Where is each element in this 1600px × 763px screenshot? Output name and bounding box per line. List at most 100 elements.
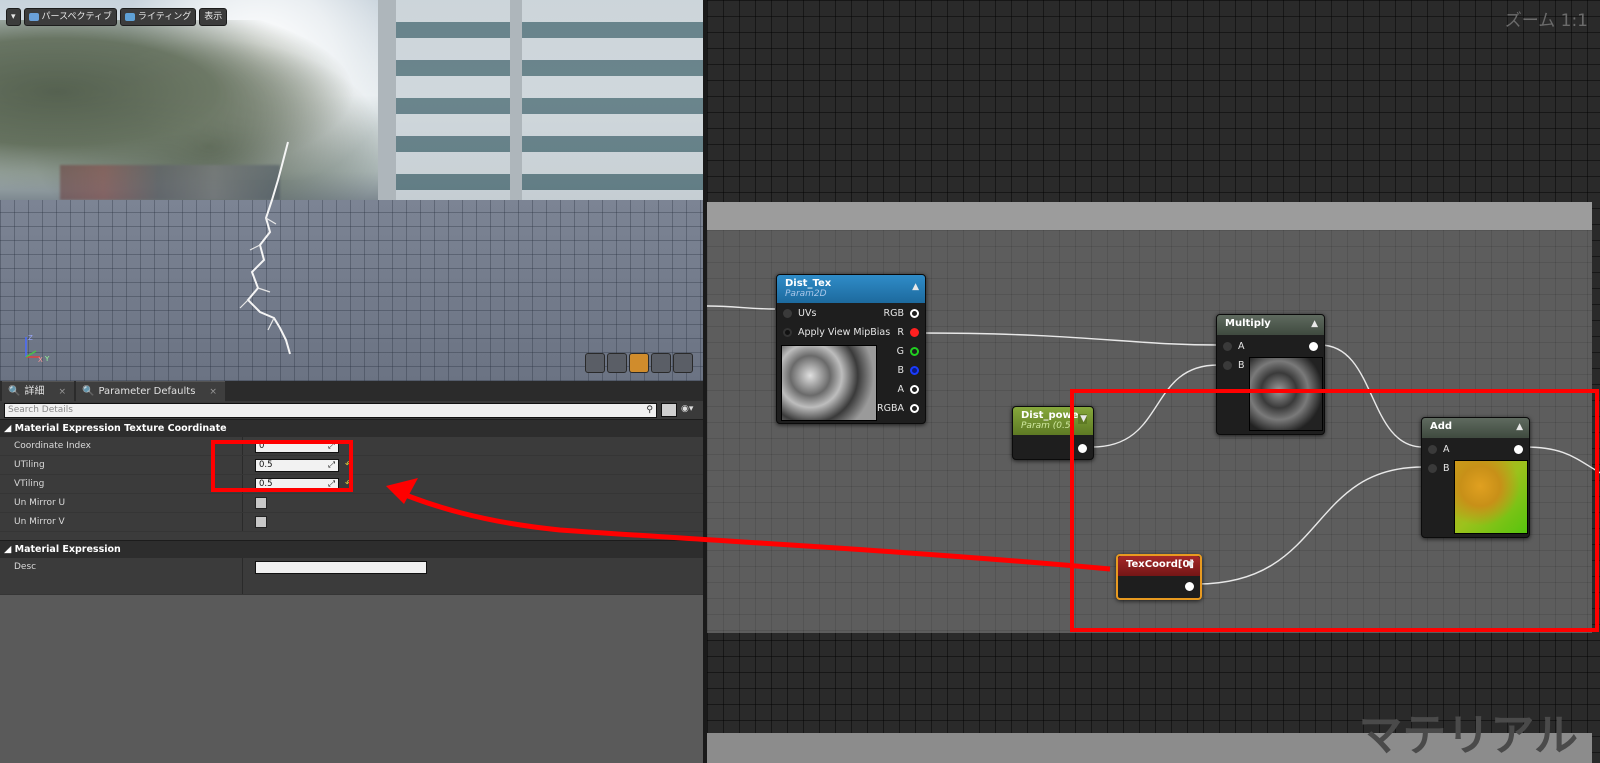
- pin-b[interactable]: B: [897, 364, 919, 376]
- cylinder-preview-icon[interactable]: [585, 353, 605, 373]
- pin-b[interactable]: B: [1223, 359, 1245, 371]
- property-name: UTiling: [0, 456, 243, 474]
- material-graph[interactable]: ズーム 1:1 Dist_Tex Param2D ▲ UVs Apply Vie…: [703, 0, 1600, 763]
- search-icon: ⚲: [646, 405, 653, 415]
- dist-tex-node[interactable]: Dist_Tex Param2D ▲ UVs Apply View MipBia…: [776, 274, 926, 424]
- perspective-icon: [28, 13, 39, 21]
- close-icon[interactable]: ×: [58, 382, 66, 402]
- lighting-button[interactable]: ライティング: [119, 8, 197, 26]
- pin-output[interactable]: [1309, 340, 1318, 352]
- input-pin-icon[interactable]: [783, 327, 792, 337]
- axis-z-label: Z: [28, 334, 33, 342]
- output-pin-icon[interactable]: [910, 346, 919, 356]
- output-pin-icon[interactable]: [910, 365, 919, 375]
- pin-r[interactable]: R: [897, 326, 919, 338]
- axis-x-label: X: [38, 356, 43, 363]
- viewport-options-button[interactable]: ▾: [6, 8, 21, 26]
- magnifier-icon: 🔍: [82, 386, 95, 397]
- output-pin-icon[interactable]: [910, 403, 919, 413]
- input-pin-icon[interactable]: [1223, 341, 1232, 351]
- grid-view-icon[interactable]: [661, 403, 677, 417]
- plane-preview-icon[interactable]: [629, 353, 649, 373]
- input-pin-icon[interactable]: [1223, 360, 1232, 370]
- show-button[interactable]: 表示: [199, 8, 228, 26]
- un-mirror-u-checkbox[interactable]: [255, 497, 267, 509]
- node-header: Dist_Tex Param2D ▲: [777, 275, 925, 303]
- preview-shape-buttons: [585, 353, 693, 373]
- pin-label: R: [897, 326, 904, 338]
- tab-parameter-defaults[interactable]: 🔍 Parameter Defaults ×: [76, 381, 225, 402]
- section-header-texture-coordinate[interactable]: ◢ Material Expression Texture Coordinate: [0, 419, 703, 437]
- node-title: Multiply: [1225, 318, 1271, 329]
- highlight-box-tiling: [211, 440, 353, 492]
- perspective-button[interactable]: パースペクティブ: [23, 8, 117, 26]
- pin-label: RGBA: [877, 402, 904, 414]
- search-input[interactable]: Search Details ⚲: [4, 402, 657, 418]
- chevron-down-icon: ▾: [11, 12, 16, 22]
- viewport-toolbar: ▾ パースペクティブ ライティング 表示: [6, 8, 228, 26]
- axis-y-label: Y: [44, 355, 50, 363]
- tab-label: 詳細: [24, 386, 45, 397]
- building-pillar: [378, 0, 396, 210]
- tab-label: Parameter Defaults: [98, 386, 196, 397]
- output-pin-icon[interactable]: [910, 384, 919, 394]
- pin-label: Apply View MipBias: [798, 326, 891, 338]
- preview-viewport[interactable]: ▾ パースペクティブ ライティング 表示 Z X Y: [0, 0, 703, 381]
- sphere-preview-icon[interactable]: [607, 353, 627, 373]
- tab-details[interactable]: 🔍 詳細 ×: [2, 381, 74, 402]
- property-name: Un Mirror V: [0, 513, 243, 531]
- background-building: [395, 0, 703, 210]
- output-pin-icon[interactable]: [910, 327, 919, 337]
- un-mirror-v-checkbox[interactable]: [255, 516, 267, 528]
- pin-label: B: [1238, 359, 1245, 371]
- material-expression-properties: Desc: [0, 558, 703, 595]
- property-name: Coordinate Index: [0, 437, 243, 455]
- axis-gizmo-icon: Z X Y: [25, 334, 50, 363]
- perspective-label: パースペクティブ: [41, 12, 112, 22]
- section-spacer: [0, 532, 703, 540]
- search-row: Search Details ⚲ ◉▾: [0, 401, 703, 419]
- highlight-box-texcoord: [1070, 389, 1599, 632]
- pin-a[interactable]: A: [898, 383, 919, 395]
- details-tabbar: 🔍 詳細 × 🔍 Parameter Defaults ×: [0, 381, 703, 402]
- property-row: Un Mirror V: [0, 513, 703, 532]
- section-title: Material Expression Texture Coordinate: [14, 423, 227, 434]
- pin-uvs[interactable]: UVs: [783, 307, 816, 319]
- property-row: Desc: [0, 558, 703, 595]
- pin-rgb[interactable]: RGB: [884, 307, 919, 319]
- material-watermark: マテリアル: [1358, 710, 1578, 761]
- property-row: Un Mirror U: [0, 494, 703, 513]
- search-placeholder: Search Details: [8, 405, 73, 415]
- magnifier-icon: 🔍: [8, 386, 21, 397]
- eye-icon[interactable]: ◉▾: [681, 404, 699, 416]
- output-pin-icon[interactable]: [910, 308, 919, 318]
- pin-g[interactable]: G: [897, 345, 919, 357]
- details-panel: 🔍 詳細 × 🔍 Parameter Defaults × Search Det…: [0, 381, 703, 763]
- pin-label: RGB: [883, 307, 904, 319]
- section-title: Material Expression: [14, 544, 121, 555]
- pin-label: G: [896, 345, 904, 357]
- pin-label: B: [897, 364, 904, 376]
- desc-field[interactable]: [255, 561, 427, 574]
- pin-rgba[interactable]: RGBA: [877, 402, 919, 414]
- pin-apply-view-mipbias[interactable]: Apply View MipBias: [783, 326, 890, 338]
- input-pin-icon[interactable]: [783, 308, 792, 318]
- node-header: Multiply ▲: [1217, 315, 1324, 335]
- property-name: Desc: [0, 558, 243, 594]
- pin-label: UVs: [798, 307, 817, 319]
- lighting-icon: [124, 13, 135, 21]
- section-header-material-expression[interactable]: ◢ Material Expression: [0, 540, 703, 558]
- texture-preview: [781, 345, 877, 421]
- output-pin-icon[interactable]: [1309, 341, 1318, 351]
- pin-label: A: [1238, 340, 1245, 352]
- lighting-label: ライティング: [137, 12, 192, 22]
- custom-mesh-preview-icon[interactable]: [673, 353, 693, 373]
- collapse-icon[interactable]: ▲: [1311, 319, 1318, 329]
- pin-a[interactable]: A: [1223, 340, 1245, 352]
- property-name: VTiling: [0, 475, 243, 493]
- collapse-icon[interactable]: ▲: [912, 282, 919, 292]
- cube-preview-icon[interactable]: [651, 353, 671, 373]
- close-icon[interactable]: ×: [209, 382, 217, 402]
- show-label: 表示: [204, 12, 223, 22]
- node-title: Dist_Tex: [785, 278, 832, 289]
